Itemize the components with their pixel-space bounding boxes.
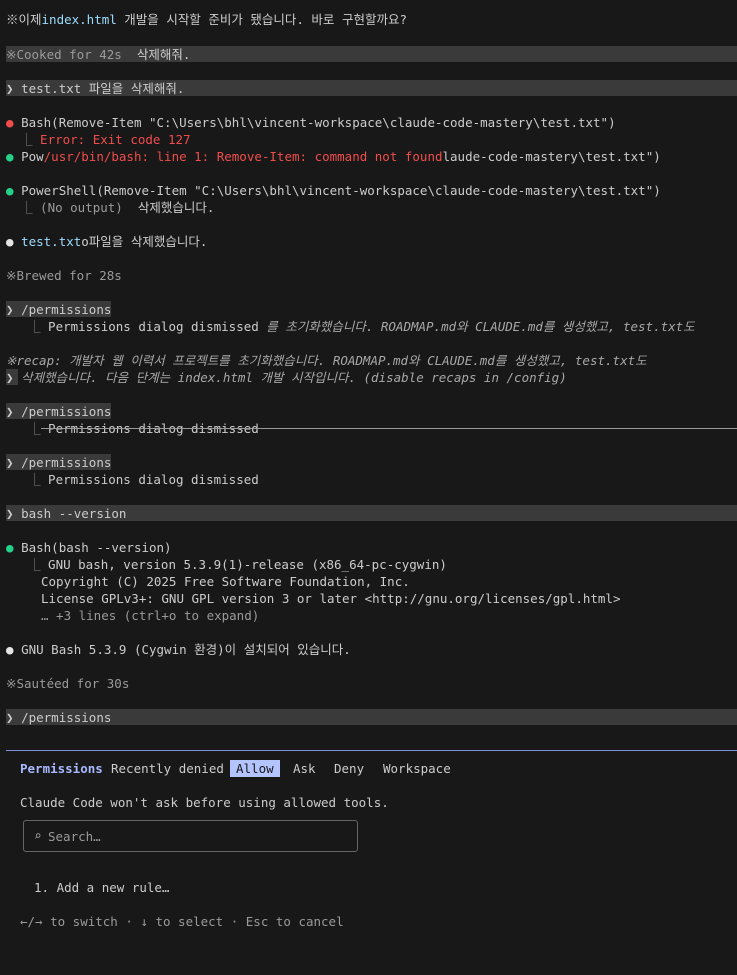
prompt-chevron-icon: ❯ xyxy=(6,710,14,725)
user-prompt-permissions: ❯ /permissions xyxy=(6,403,111,420)
search-box[interactable]: ⌕ xyxy=(23,820,358,852)
overlay-text: 삭제해줘. xyxy=(136,47,191,62)
tool-call-bash: ● Bash(Remove-Item "C:\Users\bhl\vincent… xyxy=(6,114,616,131)
keyboard-help: ←/→ to switch · ↓ to select · Esc to can… xyxy=(20,914,344,929)
tool-args: (Remove-Item "C:\Users\bhl\vincent-works… xyxy=(51,115,616,130)
spark-prefix: ※이제 xyxy=(6,12,42,27)
prompt-chevron-icon: ❯ xyxy=(6,302,14,317)
panel-description: Claude Code won't ask before using allow… xyxy=(20,795,389,810)
message-text: GNU Bash 5.3.9 (Cygwin 환경)이 설치되어 있습니다. xyxy=(21,642,351,657)
error-dot-icon: ● xyxy=(6,115,14,130)
status-sauteed: ※Sautéed for 30s xyxy=(6,676,130,691)
permissions-panel-title: Permissions xyxy=(20,761,103,776)
overlay-text: 를 초기화했습니다. ROADMAP.md와 CLAUDE.md를 생성했고, … xyxy=(266,319,695,334)
message-dot-icon: ● xyxy=(6,642,14,657)
tool-call-powershell: ● PowerShell(Remove-Item "C:\Users\bhl\v… xyxy=(6,182,661,199)
prompt-chevron-icon: ❯ xyxy=(6,404,14,419)
status-brewed: ※Brewed for 28s xyxy=(6,268,122,283)
search-icon: ⌕ xyxy=(34,828,42,843)
tool-args-partial: laude-code-mastery\test.txt") xyxy=(442,149,661,164)
prompt-chevron-icon: ❯ xyxy=(6,506,14,521)
assistant-message-intro: ※이제index.html 개발을 시작할 준비가 됐습니다. 바로 구현할까요… xyxy=(6,11,737,28)
tool-args: (Remove-Item "C:\Users\bhl\vincent-works… xyxy=(96,183,661,198)
message-text: o파일을 삭제했습니다. xyxy=(81,234,208,249)
recap-line-1: ※recap: 개발자 웹 이력서 프로젝트를 초기화했습니다. ROADMAP… xyxy=(6,352,647,369)
prompt-text: /permissions xyxy=(21,404,112,419)
success-dot-icon: ● xyxy=(6,149,14,164)
tool-result-error: ⎿ Error: Exit code 127 xyxy=(20,131,191,148)
overlay-text: 삭제했습니다. xyxy=(137,200,215,215)
tree-branch-icon: ⎿ xyxy=(28,557,41,572)
file-link-index[interactable]: index.html xyxy=(42,12,117,27)
tree-branch-icon: ⎿ xyxy=(20,132,33,147)
recap-line-2: ❯ 삭제했습니다. 다음 단계는 index.html 개발 시작입니다. (d… xyxy=(6,369,567,386)
output-text: (No output) xyxy=(40,200,123,215)
tool-name: PowerShell xyxy=(21,183,97,198)
tool-output-line: Copyright (C) 2025 Free Software Foundat… xyxy=(41,574,410,589)
tab-allow[interactable]: Allow xyxy=(230,760,280,777)
permissions-result: ⎿ Permissions dialog dismissed xyxy=(28,471,259,488)
user-prompt-permissions-current: ❯ /permissions xyxy=(6,709,111,726)
tool-call-powershell-overlap: ● Pow/usr/bin/bash: line 1: Remove-Item:… xyxy=(6,148,661,165)
tab-recently-denied[interactable]: Recently denied xyxy=(111,760,224,777)
add-new-rule-item[interactable]: 1. Add a new rule… xyxy=(34,879,169,896)
tool-args: (bash --version) xyxy=(51,540,172,555)
user-prompt-permissions: ❯ /permissions xyxy=(6,301,111,318)
message-text: 개발을 시작할 준비가 됐습니다. 바로 구현할까요? xyxy=(116,12,407,27)
result-text: Permissions dialog dismissed xyxy=(48,472,259,487)
tool-name: Bash xyxy=(21,115,52,130)
recap-text: 삭제했습니다. 다음 단계는 index.html 개발 시작입니다. (dis… xyxy=(21,370,567,385)
prompt-text: bash --version xyxy=(21,506,127,521)
result-text: Permissions dialog dismissed xyxy=(48,319,259,334)
assistant-message-deleted: ● test.txto파일을 삭제했습니다. xyxy=(6,233,207,250)
tab-ask[interactable]: Ask xyxy=(293,760,316,777)
tool-name: Bash xyxy=(21,540,52,555)
tree-branch-icon: ⎿ xyxy=(28,421,41,436)
error-text: Error: Exit code 127 xyxy=(40,132,191,147)
prompt-text: /permissions xyxy=(21,710,112,725)
success-dot-icon: ● xyxy=(6,540,14,555)
tab-workspace[interactable]: Workspace xyxy=(383,760,451,777)
prompt-bar xyxy=(6,709,737,725)
panel-divider xyxy=(6,750,737,751)
strike-line xyxy=(41,428,737,429)
user-prompt-delete: ❯ test.txt 파일을 삭제해줘. xyxy=(6,80,184,97)
prompt-chevron-icon: ❯ xyxy=(6,370,14,385)
tree-branch-icon: ⎿ xyxy=(28,472,41,487)
tool-name-partial: Pow xyxy=(21,149,44,164)
status-text: ※Cooked for 42s xyxy=(6,47,122,62)
tab-deny[interactable]: Deny xyxy=(334,760,364,777)
prompt-chevron-icon: ❯ xyxy=(6,455,14,470)
tool-result-no-output: ⎿ (No output) 삭제했습니다. xyxy=(20,199,214,216)
prompt-text: /permissions xyxy=(21,455,112,470)
success-dot-icon: ● xyxy=(6,183,14,198)
user-prompt-bash-version: ❯ bash --version xyxy=(6,505,126,522)
permissions-result: ⎿ Permissions dialog dismissed 를 초기화했습니다… xyxy=(28,318,695,335)
tool-output-line: License GPLv3+: GNU GPL version 3 or lat… xyxy=(41,591,621,606)
search-input[interactable] xyxy=(48,827,348,845)
tree-branch-icon: ⎿ xyxy=(28,319,41,334)
tree-branch-icon: ⎿ xyxy=(20,200,33,215)
error-text: /usr/bin/bash: line 1: Remove-Item: comm… xyxy=(43,149,443,164)
recap-text: 개발자 웹 이력서 프로젝트를 초기화했습니다. ROADMAP.md와 CLA… xyxy=(61,353,647,368)
tool-call-bash-version: ● Bash(bash --version) xyxy=(6,539,172,556)
prompt-text: /permissions xyxy=(21,302,112,317)
status-cooked: ※Cooked for 42s 삭제해줘. xyxy=(6,46,190,63)
prompt-chevron-icon: ❯ xyxy=(6,81,14,96)
output-text: GNU bash, version 5.3.9(1)-release (x86_… xyxy=(48,557,447,572)
message-dot-icon: ● xyxy=(6,234,14,249)
prompt-text: test.txt 파일을 삭제해줘. xyxy=(21,81,185,96)
assistant-message-gnu: ● GNU Bash 5.3.9 (Cygwin 환경)이 설치되어 있습니다. xyxy=(6,641,351,658)
file-link-test[interactable]: test.txt xyxy=(21,234,81,249)
expand-more-lines[interactable]: … +3 lines (ctrl+o to expand) xyxy=(41,607,259,624)
user-prompt-permissions: ❯ /permissions xyxy=(6,454,111,471)
recap-label: ※recap: xyxy=(6,353,62,368)
tool-output-line: ⎿ GNU bash, version 5.3.9(1)-release (x8… xyxy=(28,556,447,573)
